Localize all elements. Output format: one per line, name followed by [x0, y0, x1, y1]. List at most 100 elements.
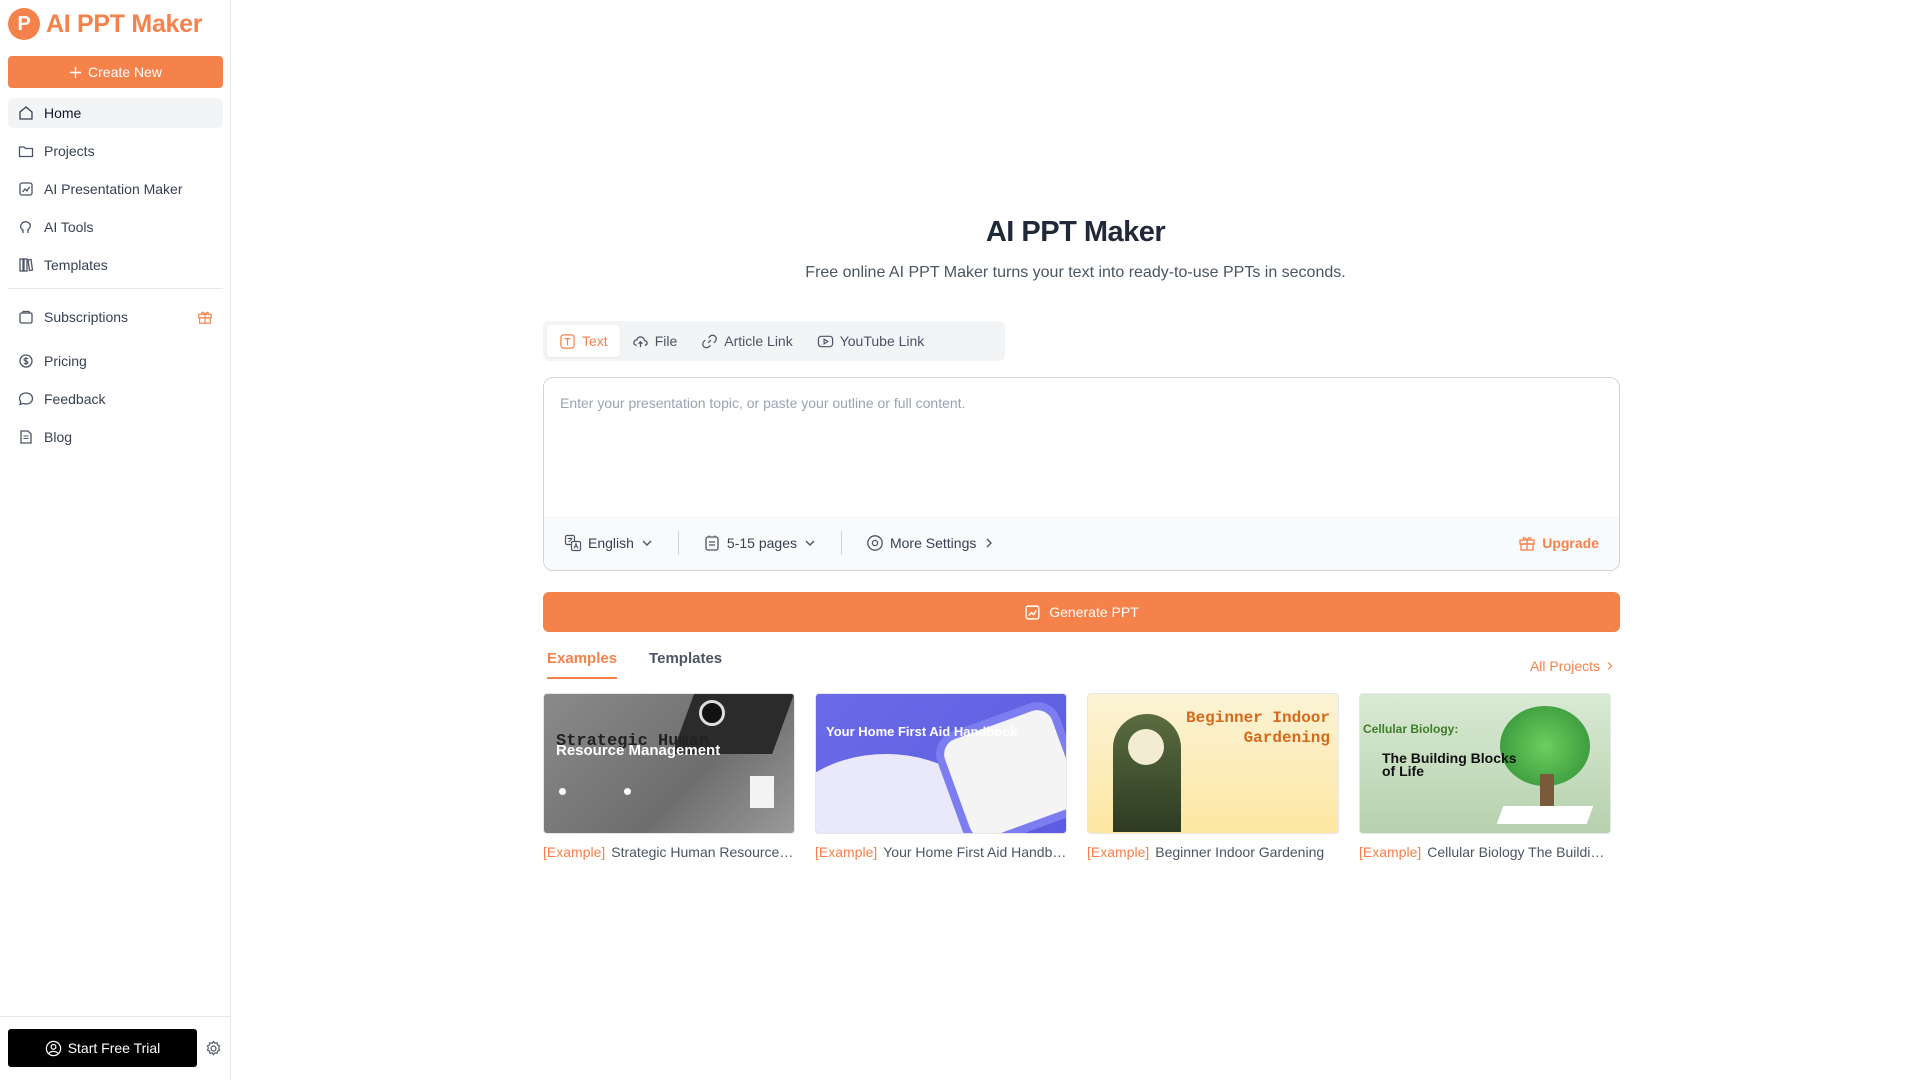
pages-value: 5-15 pages: [726, 535, 797, 551]
example-cards: Strategic Human Resource Management [Exa…: [543, 693, 1611, 860]
primary-nav: Home Projects AI Presentation Maker AI T…: [8, 98, 223, 288]
sidebar-item-projects[interactable]: Projects: [8, 136, 223, 166]
subscription-icon: [19, 310, 33, 324]
sidebar-divider: [8, 288, 223, 289]
example-title: Cellular Biology The Building Blocks of …: [1427, 844, 1611, 860]
folder-icon: [18, 146, 34, 158]
example-card[interactable]: Cellular Biology: The Building Blocks of…: [1359, 693, 1611, 860]
prompt-input[interactable]: [544, 378, 1619, 518]
cloud-upload-icon: [632, 335, 648, 347]
thumbnail-title: Resource Management: [556, 742, 721, 759]
example-tag: [Example]: [1087, 844, 1150, 860]
sidebar-item-label: Pricing: [44, 353, 87, 369]
all-projects-label: All Projects: [1529, 658, 1600, 674]
start-free-trial-button[interactable]: Start Free Trial: [8, 1029, 197, 1067]
thumbnail-title: Your Home First Aid Handbook: [826, 724, 1018, 739]
sidebar-item-ai-tools[interactable]: AI Tools: [8, 212, 223, 242]
chevron-down-icon: [805, 540, 815, 546]
tab-article-link[interactable]: Article Link: [689, 325, 804, 357]
chat-icon: [18, 392, 34, 406]
gift-icon: [198, 311, 212, 324]
options-divider: [677, 531, 679, 555]
tab-label: Article Link: [724, 333, 793, 349]
prompt-options-bar: English 5-15 pages More Settings Upgrade: [544, 516, 1619, 570]
example-card[interactable]: Strategic Human Resource Management [Exa…: [543, 693, 795, 860]
chevron-right-icon: [1607, 662, 1613, 670]
language-value: English: [588, 535, 634, 551]
sidebar-item-label: Home: [44, 105, 82, 121]
plus-icon: [69, 66, 82, 78]
settings-circle-icon: [867, 535, 883, 551]
thumbnail-dot: [624, 788, 631, 795]
dollar-icon: [19, 354, 33, 368]
sidebar-item-feedback[interactable]: Feedback: [8, 384, 223, 414]
thumbnail-dot: [559, 788, 566, 795]
create-new-button[interactable]: Create New: [8, 56, 223, 88]
sidebar-item-templates[interactable]: Templates: [8, 250, 223, 280]
all-projects-link[interactable]: All Projects: [1530, 658, 1616, 674]
example-caption: [Example] Your Home First Aid Handbook: [815, 844, 1067, 860]
upgrade-label: Upgrade: [1542, 535, 1599, 551]
coffee-cup-graphic: [699, 700, 725, 726]
thumbnail-title: Cellular Biology:: [1363, 722, 1459, 736]
upgrade-button[interactable]: Upgrade: [1518, 534, 1599, 552]
example-caption: [Example] Cellular Biology The Building B…: [1359, 844, 1611, 860]
youtube-icon: [817, 335, 833, 347]
pages-select[interactable]: 5-15 pages: [703, 534, 817, 552]
input-source-tabs: Text File Article Link YouTube Link: [543, 321, 1005, 361]
generate-ppt-button[interactable]: Generate PPT: [543, 592, 1620, 632]
sidebar-item-pricing[interactable]: Pricing: [8, 346, 223, 376]
brand[interactable]: P AI PPT Maker: [8, 8, 202, 40]
tab-text[interactable]: Text: [547, 325, 620, 357]
sidebar-item-ai-presentation-maker[interactable]: AI Presentation Maker: [8, 174, 223, 204]
chevron-right-icon: [986, 538, 993, 548]
example-tag: [Example]: [543, 844, 606, 860]
gear-icon[interactable]: [205, 1040, 222, 1057]
sidebar-item-label: Feedback: [44, 391, 106, 407]
sidebar: P AI PPT Maker Create New Home Projects …: [0, 0, 231, 1080]
books-icon: [19, 258, 34, 272]
thumbnail-title: The Building Blocks of Life: [1382, 751, 1517, 779]
tab-file[interactable]: File: [620, 325, 690, 357]
translate-icon: [564, 534, 582, 552]
sidebar-item-subscriptions[interactable]: Subscriptions: [8, 302, 223, 332]
example-thumbnail: Your Home First Aid Handbook: [815, 693, 1067, 834]
brand-name: AI PPT Maker: [46, 9, 203, 38]
more-settings-button[interactable]: More Settings: [866, 534, 996, 552]
book-graphic: [1496, 806, 1594, 824]
language-select[interactable]: English: [564, 534, 654, 552]
example-card[interactable]: Your Home First Aid Handbook [Example] Yo…: [815, 693, 1067, 860]
example-title: Your Home First Aid Handbook: [883, 844, 1067, 860]
prompt-box: English 5-15 pages More Settings Upgrade: [543, 377, 1620, 571]
sidebar-item-label: Templates: [44, 257, 108, 273]
sidebar-item-label: AI Tools: [44, 219, 94, 235]
notepad-graphic: [750, 776, 774, 808]
example-tag: [Example]: [815, 844, 878, 860]
page-subtitle: Free online AI PPT Maker turns your text…: [805, 264, 1346, 281]
example-caption: [Example] Strategic Human Resource Manage…: [543, 844, 795, 860]
example-title: Beginner Indoor Gardening: [1155, 844, 1325, 860]
sidebar-item-label: AI Presentation Maker: [44, 181, 183, 197]
sidebar-item-home[interactable]: Home: [8, 98, 223, 128]
flower-graphic: [1128, 729, 1164, 765]
example-thumbnail: Beginner Indoor Gardening: [1087, 693, 1339, 834]
sidebar-item-label: Blog: [44, 429, 73, 445]
sidebar-item-blog[interactable]: Blog: [8, 422, 223, 452]
secondary-nav: Subscriptions Pricing Feedback Blog: [8, 302, 223, 460]
tab-youtube-link[interactable]: YouTube Link: [805, 325, 937, 357]
gallery-tabs: Examples Templates: [547, 650, 722, 679]
options-divider: [840, 531, 842, 555]
tab-templates[interactable]: Templates: [649, 650, 722, 679]
chevron-down-icon: [642, 540, 652, 546]
create-new-label: Create New: [88, 64, 162, 80]
example-card[interactable]: Beginner Indoor Gardening [Example] Begin…: [1087, 693, 1339, 860]
pages-icon: [705, 535, 719, 551]
thumbnail-title-line: Beginner Indoor: [1185, 709, 1330, 727]
more-settings-label: More Settings: [889, 535, 977, 551]
generate-ppt-label: Generate PPT: [1049, 604, 1139, 620]
example-tag: [Example]: [1359, 844, 1422, 860]
tab-examples[interactable]: Examples: [547, 650, 618, 679]
example-thumbnail: Strategic Human Resource Management: [543, 693, 795, 834]
thumbnail-title: Beginner Indoor Gardening: [1186, 708, 1330, 748]
thumbnail-title-line: of Life: [1382, 763, 1424, 779]
